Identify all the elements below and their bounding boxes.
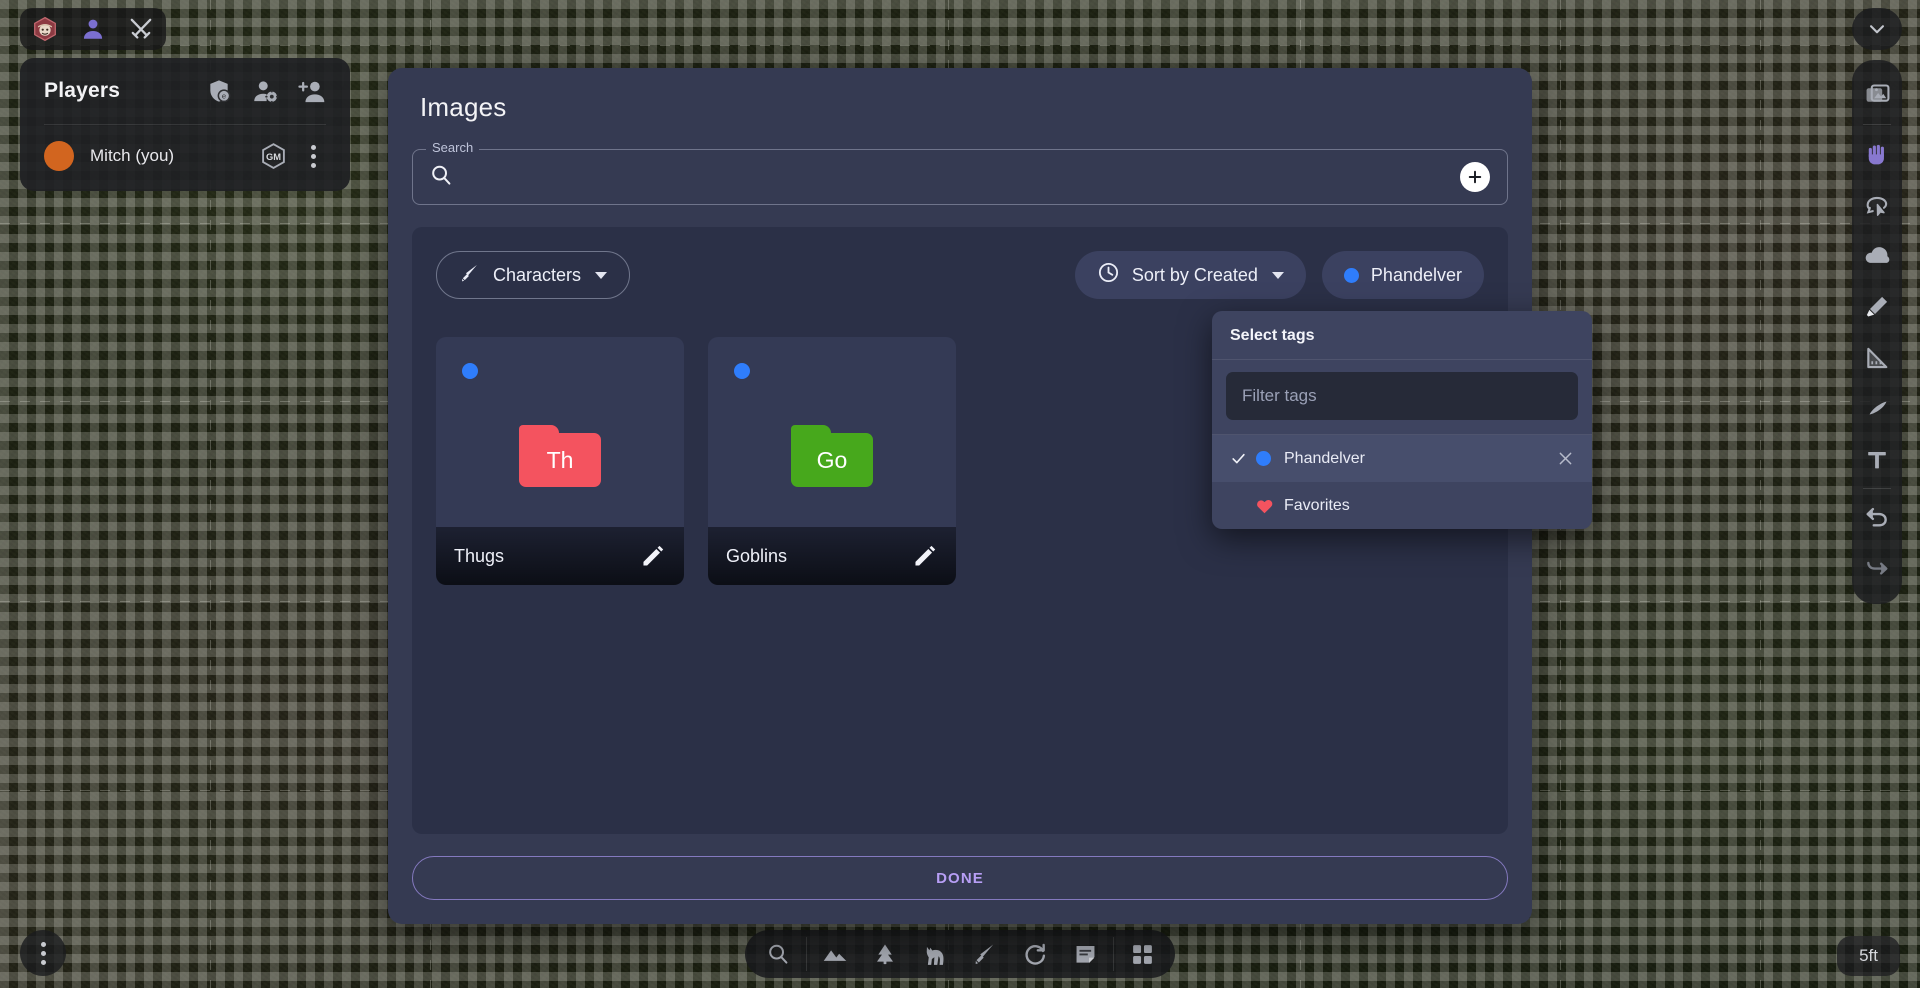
notes-tool[interactable] bbox=[1060, 930, 1110, 978]
shape-tool[interactable] bbox=[1855, 383, 1899, 434]
effects-tool[interactable] bbox=[1010, 930, 1060, 978]
player-list-item[interactable]: Mitch (you) GM bbox=[20, 125, 350, 187]
folder-abbrev: Th bbox=[546, 446, 574, 473]
items-tool[interactable] bbox=[960, 930, 1010, 978]
tag-color-dot bbox=[1256, 451, 1271, 466]
grid-tool[interactable] bbox=[1117, 930, 1167, 978]
right-toolbar bbox=[1852, 60, 1902, 604]
sort-button[interactable]: Sort by Created bbox=[1074, 251, 1306, 299]
folder-icon: Th bbox=[519, 425, 601, 487]
check-icon bbox=[1228, 450, 1248, 467]
top-left-toolbar bbox=[20, 8, 166, 50]
card-tag-dot bbox=[734, 363, 750, 379]
select-tags-title: Select tags bbox=[1212, 311, 1592, 360]
players-title: Players bbox=[44, 79, 121, 102]
folder-card[interactable]: Go Goblins bbox=[708, 337, 956, 585]
card-footer: Thugs bbox=[436, 527, 684, 585]
tag-filter-input[interactable] bbox=[1226, 372, 1578, 420]
manage-players-icon[interactable] bbox=[250, 76, 280, 106]
select-tool[interactable] bbox=[1855, 179, 1899, 230]
undo-button[interactable] bbox=[1855, 492, 1899, 543]
folder-card[interactable]: Th Thugs bbox=[436, 337, 684, 585]
svg-text:GM: GM bbox=[265, 152, 280, 162]
filter-row: Characters Sort by Created Phandelver bbox=[436, 251, 1484, 299]
search-field-wrapper: Search bbox=[412, 140, 1508, 205]
tag-filter-label: Phandelver bbox=[1370, 264, 1462, 285]
tag-option-label: Favorites bbox=[1284, 496, 1350, 514]
text-tool[interactable] bbox=[1855, 434, 1899, 485]
redo-button[interactable] bbox=[1855, 543, 1899, 594]
player-icon[interactable] bbox=[80, 16, 106, 42]
category-filter-button[interactable]: Characters bbox=[436, 251, 631, 299]
creatures-tool[interactable] bbox=[910, 930, 960, 978]
images-tool[interactable] bbox=[1855, 70, 1899, 121]
folder-abbrev: Go bbox=[816, 446, 848, 473]
tag-color-dot bbox=[1343, 267, 1359, 283]
add-image-button[interactable] bbox=[1460, 162, 1490, 192]
measure-tool[interactable] bbox=[1855, 332, 1899, 383]
folder-icon: Go bbox=[791, 425, 873, 487]
tag-option-label: Phandelver bbox=[1284, 449, 1365, 467]
edit-pencil-icon[interactable] bbox=[912, 543, 938, 569]
draw-tool[interactable] bbox=[1855, 281, 1899, 332]
tag-filter-button[interactable]: Phandelver bbox=[1321, 251, 1484, 299]
sort-label: Sort by Created bbox=[1131, 264, 1258, 285]
map-more-options-button[interactable] bbox=[20, 930, 66, 976]
players-panel-header: Players e bbox=[20, 58, 350, 124]
pan-tool[interactable] bbox=[1855, 128, 1899, 179]
chevron-down-icon bbox=[595, 271, 608, 279]
gm-badge[interactable]: GM bbox=[260, 142, 286, 170]
search-label: Search bbox=[426, 140, 480, 155]
category-filter-label: Characters bbox=[493, 264, 582, 285]
card-tag-dot bbox=[462, 363, 478, 379]
player-name: Mitch (you) bbox=[90, 146, 175, 165]
heart-icon bbox=[1256, 498, 1273, 514]
close-icon[interactable] bbox=[1556, 449, 1576, 469]
edit-pencil-icon[interactable] bbox=[640, 543, 666, 569]
card-title: Thugs bbox=[454, 545, 505, 566]
invite-shield-icon[interactable]: e bbox=[204, 76, 234, 106]
tag-option-favorites[interactable]: Favorites bbox=[1212, 482, 1592, 529]
clock-icon bbox=[1097, 261, 1120, 289]
search-box[interactable] bbox=[412, 149, 1508, 205]
search-input[interactable] bbox=[467, 168, 1491, 186]
chevron-down-icon bbox=[1271, 271, 1284, 279]
svg-text:e: e bbox=[222, 92, 226, 101]
players-panel: Players e Mitch (you) GM bbox=[20, 58, 350, 191]
scenery-tool[interactable] bbox=[860, 930, 910, 978]
player-more-icon[interactable] bbox=[300, 142, 326, 170]
maps-tool[interactable] bbox=[810, 930, 860, 978]
character-portrait-icon[interactable] bbox=[32, 16, 58, 42]
sword-icon bbox=[459, 262, 481, 289]
collapse-toolbar-button[interactable] bbox=[1852, 8, 1902, 50]
search-icon bbox=[429, 163, 453, 192]
tag-filter-wrapper bbox=[1212, 360, 1592, 435]
search-tool[interactable] bbox=[753, 930, 803, 978]
fog-tool[interactable] bbox=[1855, 230, 1899, 281]
done-button[interactable]: DONE bbox=[412, 856, 1508, 900]
select-tags-dropdown: Select tags Phandelver Favorites bbox=[1212, 311, 1592, 529]
combat-swords-icon[interactable] bbox=[128, 16, 154, 42]
tag-option-phandelver[interactable]: Phandelver bbox=[1212, 435, 1592, 482]
bottom-toolbar bbox=[745, 930, 1175, 978]
card-footer: Goblins bbox=[708, 527, 956, 585]
card-title: Goblins bbox=[726, 545, 788, 566]
player-color-avatar bbox=[44, 141, 74, 171]
map-scale-indicator: 5ft bbox=[1837, 936, 1900, 976]
add-player-icon[interactable] bbox=[296, 76, 326, 106]
dialog-title: Images bbox=[420, 92, 507, 122]
